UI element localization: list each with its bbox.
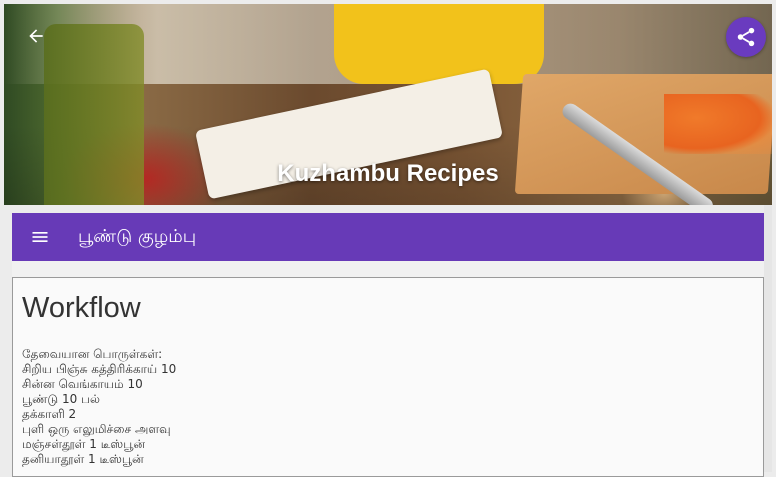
ingredient-line: பூண்டு 10 பல் [22, 392, 100, 406]
card-heading: Workflow [22, 292, 141, 324]
menu-icon [32, 232, 48, 242]
toolbar: பூண்டு குழம்பு [12, 213, 764, 261]
ingredient-line: சிறிய பிஞ்சு கத்திரிக்காய் 10 [22, 362, 177, 376]
ingredient-line: மஞ்சள்தூள் 1 டீஸ்பூன் [22, 437, 145, 451]
scrollbar[interactable] [764, 205, 772, 472]
arrow-left-icon [29, 29, 43, 43]
recipe-title: பூண்டு குழம்பு [78, 225, 197, 247]
ingredient-line: சின்ன வெங்காயம் 10 [22, 377, 143, 391]
workflow-card: Workflow தேவையான பொருள்கள்: சிறிய பிஞ்சு… [12, 277, 764, 477]
header-banner: Kuzhambu Recipes [4, 4, 772, 205]
app-title: Kuzhambu Recipes [277, 160, 499, 187]
share-icon [737, 27, 755, 47]
content-area: Workflow தேவையான பொருள்கள்: சிறிய பிஞ்சு… [12, 261, 764, 477]
ingredient-line: தக்காளி 2 [22, 407, 77, 421]
menu-button[interactable] [12, 213, 68, 261]
share-button[interactable] [726, 17, 766, 57]
ingredient-line: தனியாதூள் 1 டீஸ்பூன் [22, 452, 144, 466]
ingredient-line: தேவையான பொருள்கள்: [22, 347, 163, 361]
ingredient-line: புளி ஒரு எலுமிச்சை அளவு [22, 422, 171, 436]
app-window: Kuzhambu Recipes பூண்டு குழம்பு Workflow… [0, 0, 776, 477]
back-button[interactable] [22, 22, 50, 50]
